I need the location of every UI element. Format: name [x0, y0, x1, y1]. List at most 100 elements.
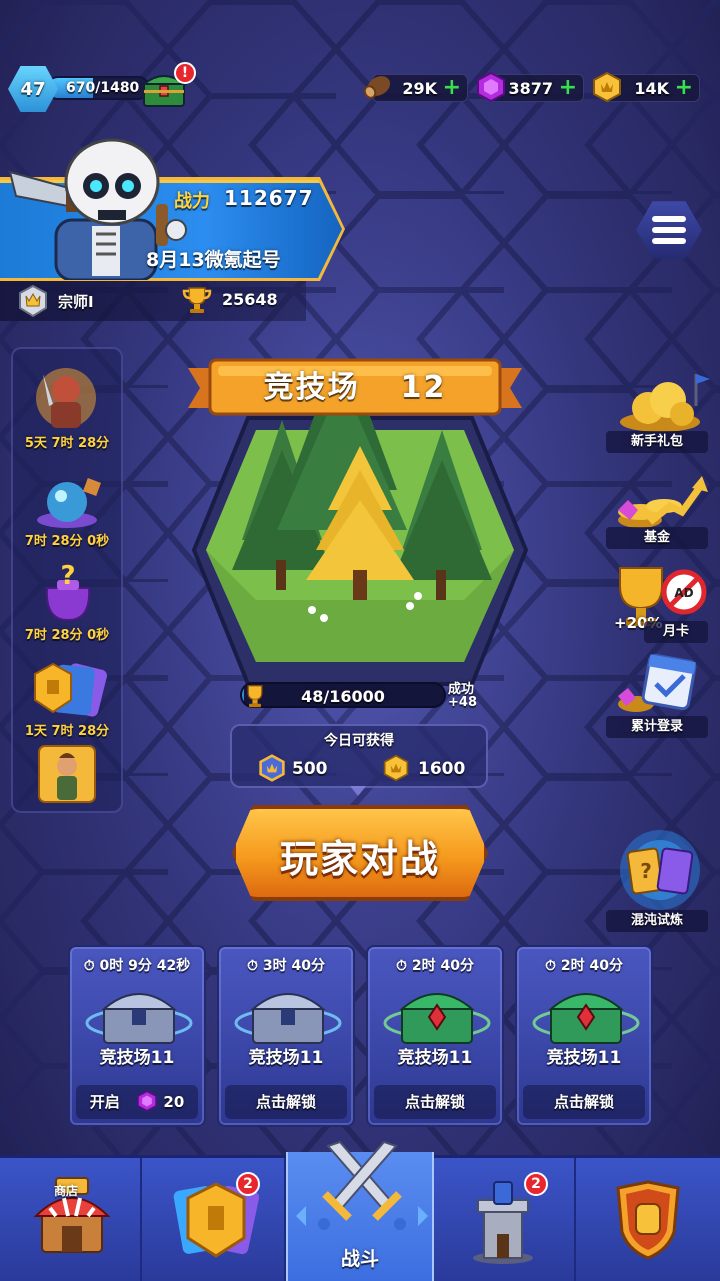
chaos-portal-icon[interactable]: ? [608, 828, 712, 912]
xp-bar: 670/1480 [46, 76, 150, 100]
right-menu-label[interactable]: 新手礼包 [606, 431, 708, 453]
wood-resource[interactable]: 29K + [363, 74, 468, 102]
event-crystal[interactable]: 7时 28分 0秒 [11, 470, 123, 554]
right-menu-label[interactable]: 月卡 [644, 621, 708, 643]
crossed-swords-icon [296, 1140, 428, 1230]
right-menu-label[interactable]: 混沌试炼 [606, 910, 708, 932]
today-reward-2: 1600 [418, 759, 466, 779]
tower-badge: 2 [524, 1172, 548, 1196]
emerald-chest-icon [532, 993, 640, 1044]
lock-timer-icon: ⏱ [545, 958, 556, 974]
today-reward-1: 500 [292, 759, 328, 779]
chest-action: 开启 [89, 1093, 120, 1111]
chest-timer: ⏱ 2时 40分 [517, 955, 651, 975]
mystery-bag-icon: ? [45, 562, 91, 622]
wood-log-icon [363, 76, 391, 99]
chest-timer: ⏱ 3时 40分 [219, 955, 353, 975]
arena-token-icon [259, 754, 285, 782]
chest-timer-text: 0时 9分 42秒 [99, 958, 191, 974]
power-value: 112677 [224, 186, 314, 210]
xp-text: 670/1480 [66, 80, 140, 96]
nav-shop[interactable]: 商店 [0, 1158, 142, 1281]
gem-value: 3877 [508, 78, 553, 98]
trophy-icon [182, 287, 212, 313]
menu-bar-icon [652, 238, 686, 244]
lock-timer-icon: ⏱ [83, 958, 95, 974]
gem-resource[interactable]: 3877 + [477, 71, 584, 103]
clan-shield-icon [616, 1180, 680, 1260]
event-timer: 7时 28分 0秒 [24, 628, 110, 643]
svg-text:?: ? [640, 859, 652, 883]
player-name: 8月13微氪起号 [146, 249, 281, 271]
cards-badge: 2 [236, 1172, 260, 1196]
player-battle-label: 玩家对战 [279, 837, 440, 881]
chest-slot[interactable]: ⏱ 2时 40分 竞技场11 点击解锁 [366, 945, 504, 1127]
nav-cards[interactable]: 2 [144, 1158, 286, 1281]
chest-name: 竞技场11 [99, 1048, 175, 1068]
wood-value: 29K [402, 78, 437, 98]
gem-add-button[interactable]: + [559, 77, 577, 99]
purple-gem-icon [137, 1090, 157, 1112]
chest-timer: ⏱ 0时 9分 42秒 [70, 955, 204, 975]
wood-add-button[interactable]: + [443, 77, 461, 99]
emerald-chest-icon [383, 993, 491, 1044]
svg-text:AD: AD [674, 586, 693, 600]
power-label: 战力 [174, 191, 210, 212]
chest-unlock-button[interactable]: 点击解锁 [374, 1085, 496, 1119]
silver-chest-icon [85, 993, 193, 1044]
arena-island[interactable] [192, 400, 528, 700]
gold-pile-icon[interactable] [612, 370, 712, 434]
chest-timer-text: 2时 40分 [411, 958, 474, 974]
gold-resource[interactable]: 14K + [593, 71, 700, 103]
event-timer: 5天 7时 28分 [24, 436, 110, 451]
chest-slot[interactable]: ⏱ 2时 40分 竞技场11 点击解锁 [515, 945, 653, 1127]
right-menu-label[interactable]: 基金 [606, 527, 708, 549]
nav-tower[interactable]: 2 [434, 1158, 576, 1281]
chest-slot[interactable]: ⏱ 0时 9分 42秒 竞技场11 开启 20 [68, 945, 206, 1127]
coin-chart-icon[interactable] [610, 470, 710, 534]
lock-timer-icon: ⏱ [396, 958, 407, 974]
gold-coin-icon [593, 71, 621, 103]
crystal-ball-icon [37, 478, 101, 528]
trophy-icon [247, 685, 263, 708]
nav-battle-label: 战斗 [340, 1248, 379, 1270]
event-card-pack[interactable]: 1天 7时 28分 [11, 660, 123, 744]
hero-archer-icon [38, 745, 96, 803]
event-timer: 7时 28分 0秒 [24, 534, 110, 549]
chest-name: 竞技场11 [397, 1048, 473, 1068]
event-timer: 1天 7时 28分 [24, 724, 110, 739]
rank-crest-icon [19, 284, 47, 318]
alert-badge: ! [174, 62, 196, 84]
arena-progress-bar: 48/16000 [240, 682, 446, 708]
event-warrior[interactable]: 5天 7时 28分 [11, 364, 123, 451]
right-menu-label[interactable]: 累计登录 [606, 716, 708, 738]
calendar-icon[interactable] [612, 652, 712, 716]
menu-bar-icon [652, 216, 686, 222]
lock-timer-icon: ⏱ [247, 958, 258, 974]
chest-timer-text: 3时 40分 [262, 958, 325, 974]
gold-coin-icon [383, 754, 409, 782]
gold-add-button[interactable]: + [675, 77, 693, 99]
today-rewards-title: 今日可获得 [324, 733, 394, 749]
event-mystery-bag[interactable]: ? 7时 28分 0秒 [11, 562, 123, 646]
purple-gem-icon [477, 71, 505, 103]
arena-title: 竞技场 12 [188, 362, 522, 406]
nav-clan[interactable] [578, 1158, 720, 1281]
chest-name: 竞技场11 [546, 1048, 622, 1068]
event-hero[interactable] [11, 744, 123, 804]
chest-open-button[interactable]: 开启 20 [76, 1085, 198, 1119]
arena-name: 竞技场 [263, 370, 360, 405]
chest-unlock-button[interactable]: 点击解锁 [225, 1085, 347, 1119]
arena-number: 12 [400, 370, 447, 405]
warrior-event-icon [36, 368, 96, 428]
trophy-count: 25648 [222, 290, 278, 309]
chest-unlock-button[interactable]: 点击解锁 [523, 1085, 645, 1119]
silver-chest-icon [234, 993, 342, 1044]
rank-label: 宗师I [58, 293, 94, 311]
chest-slot[interactable]: ⏱ 3时 40分 竞技场11 点击解锁 [217, 945, 355, 1127]
callout-arrow-icon [350, 786, 366, 796]
chest-timer: ⏱ 2时 40分 [368, 955, 502, 975]
chest-timer-text: 2时 40分 [560, 958, 623, 974]
chest-cost: 20 [163, 1093, 185, 1111]
card-pack-icon [34, 662, 107, 717]
